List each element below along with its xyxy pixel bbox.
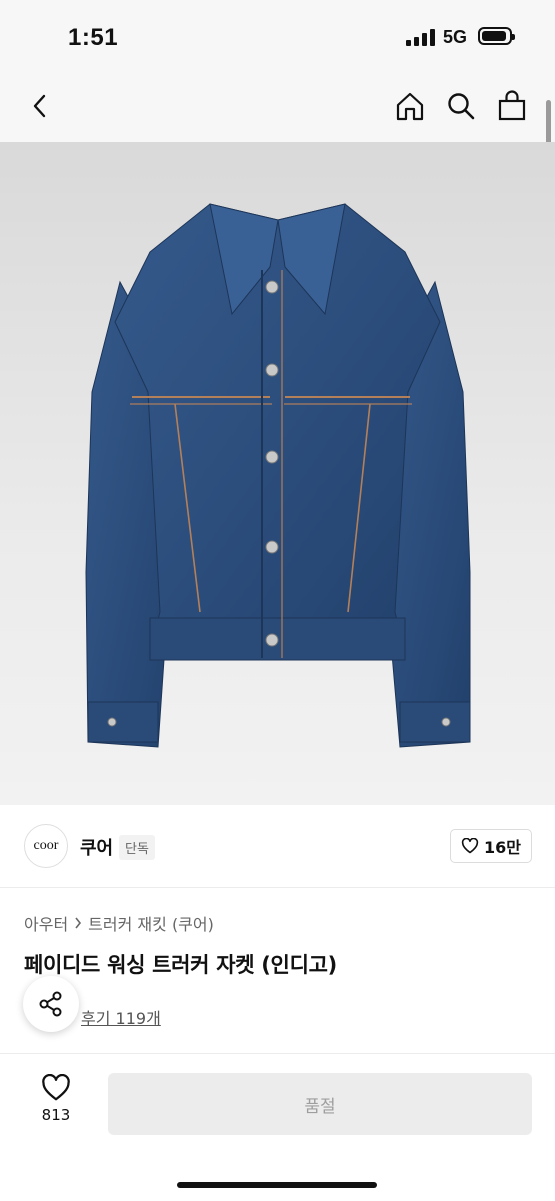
wishlist-button[interactable]: 813 bbox=[26, 1074, 86, 1134]
wishlist-count: 813 bbox=[41, 1106, 71, 1124]
heart-icon bbox=[461, 838, 479, 854]
soldout-button[interactable]: 품절 bbox=[108, 1073, 532, 1135]
home-icon bbox=[396, 92, 424, 121]
signal-icon bbox=[406, 29, 436, 46]
brand-like-count: 16만 bbox=[484, 838, 521, 857]
bottom-action-bar: 813 품절 bbox=[0, 1053, 555, 1201]
status-bar: 1:51 5G bbox=[0, 0, 555, 72]
home-button[interactable] bbox=[390, 86, 430, 126]
breadcrumb-item-subcategory[interactable]: 트러커 재킷 (쿠어) bbox=[88, 911, 214, 935]
chevron-right-icon bbox=[75, 917, 82, 929]
home-indicator bbox=[177, 1182, 377, 1188]
bag-icon bbox=[498, 90, 526, 121]
status-time: 1:51 bbox=[68, 24, 119, 51]
breadcrumb: 아우터 트러커 재킷 (쿠어) bbox=[24, 911, 214, 935]
back-button[interactable] bbox=[20, 86, 60, 126]
cart-button[interactable] bbox=[492, 86, 532, 126]
product-image[interactable] bbox=[0, 142, 555, 805]
search-button[interactable] bbox=[441, 86, 481, 126]
share-icon bbox=[39, 991, 62, 1017]
denim-jacket-image bbox=[85, 203, 471, 748]
battery-icon bbox=[478, 27, 515, 45]
search-icon bbox=[448, 93, 475, 120]
brand-logo[interactable]: coor bbox=[24, 824, 68, 868]
nav-bar bbox=[0, 72, 555, 142]
share-button[interactable] bbox=[23, 976, 79, 1032]
product-title: 페이디드 워싱 트러커 자켓 (인디고) bbox=[24, 953, 337, 977]
heart-icon bbox=[42, 1074, 70, 1101]
network-label: 5G bbox=[443, 27, 468, 47]
brand-name[interactable]: 쿠어 bbox=[80, 834, 113, 860]
brand-row: coor 쿠어 단독 16만 bbox=[0, 805, 555, 888]
exclusive-badge: 단독 bbox=[119, 835, 155, 860]
review-link[interactable]: 후기 119개 bbox=[81, 1005, 161, 1029]
brand-like-button[interactable]: 16만 bbox=[450, 829, 532, 863]
breadcrumb-item-category[interactable]: 아우터 bbox=[24, 911, 68, 935]
back-chevron-icon bbox=[33, 94, 46, 118]
